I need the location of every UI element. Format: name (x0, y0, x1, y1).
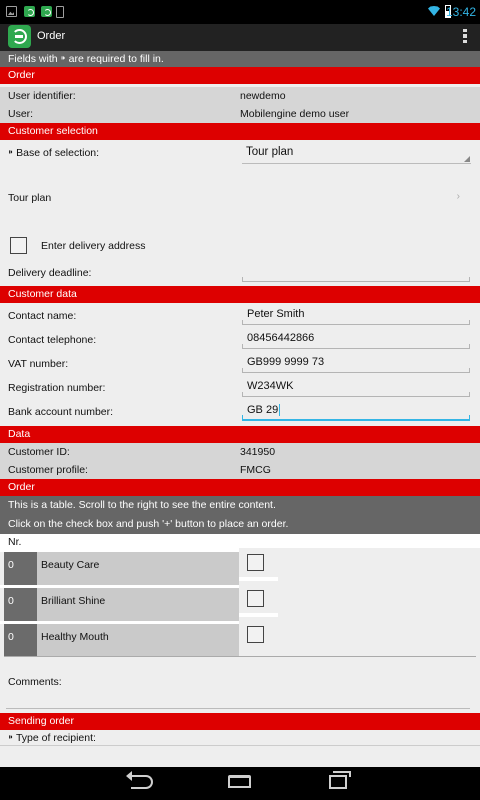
recent-apps-icon[interactable] (329, 771, 351, 789)
registration-number-field[interactable]: W234WK (242, 377, 470, 397)
image-icon (6, 6, 17, 17)
back-icon[interactable] (126, 771, 153, 789)
section-header-order-table: Order (0, 479, 480, 496)
customer-id-row: Customer ID: 341950 (0, 443, 480, 461)
comments-label: Comments: (8, 676, 62, 688)
registration-number-label: Registration number: (8, 382, 106, 394)
contact-telephone-field[interactable]: 08456442866 (242, 329, 470, 349)
table-divider (4, 656, 476, 657)
row-product-name: Beauty Care (37, 552, 239, 585)
app-notification-icon (41, 6, 52, 17)
required-note: Fields with ⁍ are required to fill in. (0, 51, 480, 67)
customer-profile-value: FMCG (240, 464, 271, 476)
user-identifier-label: User identifier: (8, 90, 76, 102)
bank-account-label: Bank account number: (8, 406, 114, 418)
mobilengine-logo-icon[interactable] (8, 25, 31, 48)
status-bar: 13:42 (0, 0, 480, 24)
customer-id-value: 341950 (240, 446, 276, 458)
tour-plan-link[interactable]: Tour plan › (0, 177, 480, 217)
bank-account-value: GB 29 (247, 404, 279, 416)
comments-field[interactable] (6, 691, 470, 709)
page-title: Order (37, 30, 66, 42)
row-product-name: Brilliant Shine (37, 588, 239, 621)
column-nr-header: Nr. (8, 536, 22, 548)
text-cursor (279, 404, 281, 417)
row-checkbox[interactable] (247, 554, 264, 571)
row-checkbox[interactable] (247, 590, 264, 607)
user-row: User: Mobilengine demo user (0, 105, 480, 123)
table-hint-line2: Click on the check box and push '+' butt… (0, 514, 480, 534)
base-of-selection-label: ⁍ Base of selection: (8, 147, 100, 159)
wifi-icon (428, 6, 440, 16)
row-quantity[interactable]: 0 (4, 588, 37, 621)
row-quantity[interactable]: 0 (4, 624, 37, 657)
delivery-address-label: Enter delivery address (41, 240, 146, 252)
row-product-name: Healthy Mouth (37, 624, 239, 657)
customer-id-label: Customer ID: (8, 446, 70, 458)
user-identifier-row: User identifier: newdemo (0, 87, 480, 105)
contact-name-field[interactable]: Peter Smith (242, 305, 470, 325)
overflow-menu-icon[interactable] (462, 27, 468, 45)
delivery-deadline-label: Delivery deadline: (8, 267, 92, 279)
action-bar: Order (0, 24, 480, 51)
status-time: 13:42 (445, 5, 476, 19)
section-header-data: Data (0, 426, 480, 443)
app-notification-icon (24, 6, 35, 17)
dropdown-arrow-icon (464, 156, 470, 162)
delivery-address-checkbox[interactable] (10, 237, 27, 254)
vat-number-field[interactable]: GB999 9999 73 (242, 353, 470, 373)
base-of-selection-value: Tour plan (246, 146, 294, 158)
type-of-recipient-label: ⁍ Type of recipient: (8, 732, 96, 744)
section-header-order: Order (0, 67, 480, 84)
user-label: User: (8, 108, 34, 120)
base-of-selection-dropdown[interactable]: Tour plan (242, 142, 471, 164)
user-identifier-value: newdemo (240, 90, 286, 102)
phone-icon (56, 6, 64, 18)
contact-telephone-label: Contact telephone: (8, 334, 97, 346)
customer-profile-label: Customer profile: (8, 464, 88, 476)
tour-plan-label: Tour plan (8, 192, 52, 204)
home-icon[interactable] (228, 775, 251, 788)
form-content[interactable]: Fields with ⁍ are required to fill in. O… (0, 51, 480, 767)
contact-name-label: Contact name: (8, 310, 77, 322)
section-header-customer-data: Customer data (0, 286, 480, 303)
navigation-bar (0, 767, 480, 800)
section-header-customer-selection: Customer selection (0, 123, 480, 140)
delivery-deadline-field[interactable] (242, 262, 470, 282)
section-header-sending-order: Sending order (0, 713, 480, 730)
table-hint-line1: This is a table. Scroll to the right to … (0, 496, 480, 514)
table-header: Nr. (0, 534, 480, 548)
bank-account-field[interactable]: GB 29 (242, 401, 470, 421)
user-value: Mobilengine demo user (240, 108, 350, 120)
chevron-right-icon: › (456, 191, 460, 202)
customer-profile-row: Customer profile: FMCG (0, 461, 480, 479)
vat-number-label: VAT number: (8, 358, 69, 370)
row-quantity[interactable]: 0 (4, 552, 37, 585)
row-checkbox[interactable] (247, 626, 264, 643)
